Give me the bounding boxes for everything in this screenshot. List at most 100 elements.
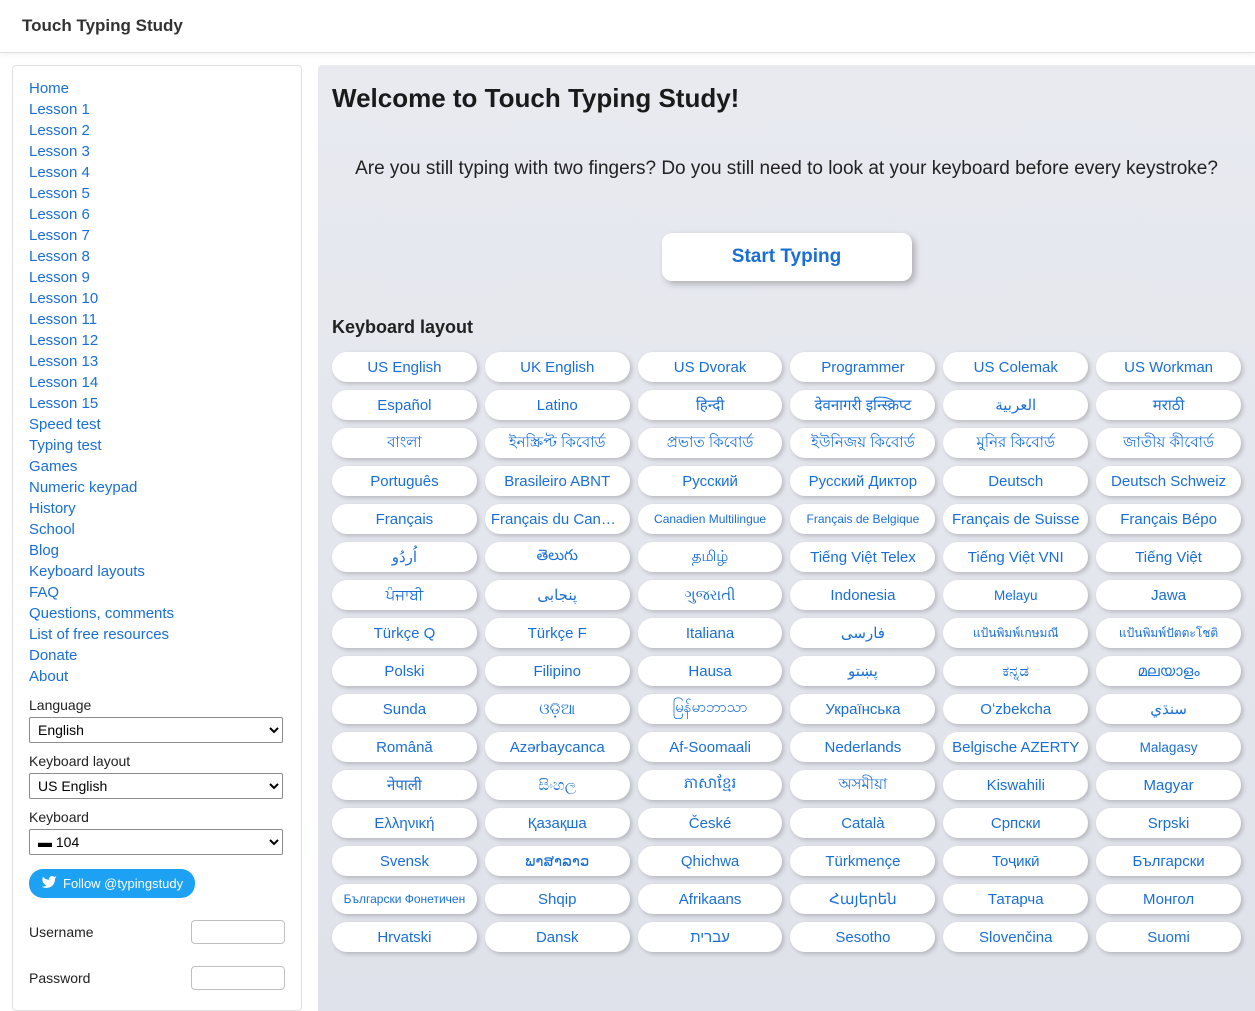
keyboard-layout-chip[interactable]: Indonesia [790,580,935,610]
sidebar-link[interactable]: Lesson 12 [29,330,285,351]
sidebar-link[interactable]: Blog [29,540,285,561]
keyboard-layout-chip[interactable]: پښتو [790,656,935,686]
keyboard-layout-chip[interactable]: Монгол [1096,884,1241,914]
keyboard-layout-chip[interactable]: Dansk [485,922,630,952]
sidebar-link[interactable]: Lesson 2 [29,120,285,141]
keyboard-layout-chip[interactable]: Русский [638,466,783,496]
keyboard-layout-chip[interactable]: Татарча [943,884,1088,914]
keyboard-layout-chip[interactable]: US Colemak [943,352,1088,382]
keyboard-layout-chip[interactable]: Kiswahili [943,770,1088,800]
keyboard-layout-chip[interactable]: Brasileiro ABNT [485,466,630,496]
keyboard-layout-chip[interactable]: देवनागरी इन्स्क्रिप्ट [790,390,935,420]
keyboard-layout-chip[interactable]: Italiana [638,618,783,648]
sidebar-link[interactable]: Lesson 11 [29,309,285,330]
keyboard-layout-chip[interactable]: Sunda [332,694,477,724]
keyboard-layout-chip[interactable]: Català [790,808,935,838]
keyboard-layout-chip[interactable]: فارسى [790,618,935,648]
sidebar-link[interactable]: Lesson 3 [29,141,285,162]
twitter-follow-button[interactable]: Follow @typingstudy [29,869,195,898]
sidebar-link[interactable]: Games [29,456,285,477]
sidebar-link[interactable]: Lesson 14 [29,372,285,393]
keyboard-layout-chip[interactable]: Filipino [485,656,630,686]
keyboard-layout-chip[interactable]: প্রভাত কিবোর্ড [638,428,783,458]
keyboard-layout-chip[interactable]: Português [332,466,477,496]
sidebar-link[interactable]: FAQ [29,582,285,603]
sidebar-link[interactable]: Home [29,78,285,99]
sidebar-link[interactable]: Lesson 15 [29,393,285,414]
keyboard-layout-chip[interactable]: แป้นพิมพ์ปัตตะโชติ [1096,618,1241,648]
keyboard-layout-chip[interactable]: ភាសាខ្មែរ [638,770,783,800]
sidebar-link[interactable]: Keyboard layouts [29,561,285,582]
sidebar-link[interactable]: Lesson 13 [29,351,285,372]
keyboard-layout-chip[interactable]: Slovenčina [943,922,1088,952]
keyboard-layout-chip[interactable]: Azərbaycanca [485,732,630,762]
keyboard-layout-chip[interactable]: Belgische AZERTY [943,732,1088,762]
keyboard-layout-chip[interactable]: Тоҷикӣ [943,846,1088,876]
keyboard-layout-chip[interactable]: Srpski [1096,808,1241,838]
keyboard-layout-chip[interactable]: नेपाली [332,770,477,800]
keyboard-layout-chip[interactable]: हिन्दी [638,390,783,420]
keyboard-layout-chip[interactable]: Български Фонетичен [332,884,477,914]
keyboard-layout-chip[interactable]: Afrikaans [638,884,783,914]
keyboard-layout-chip[interactable]: Български [1096,846,1241,876]
sidebar-link[interactable]: Donate [29,645,285,666]
keyboard-layout-chip[interactable]: Latino [485,390,630,420]
keyboard-layout-chip[interactable]: اُردُو [332,542,477,572]
keyboard-layout-chip[interactable]: ພາສາລາວ [485,846,630,876]
sidebar-link[interactable]: Lesson 10 [29,288,285,309]
keyboard-layout-chip[interactable]: Español [332,390,477,420]
keyboard-layout-chip[interactable]: ଓଡ଼ିଆ [485,694,630,724]
sidebar-link[interactable]: List of free resources [29,624,285,645]
sidebar-link[interactable]: Lesson 6 [29,204,285,225]
keyboard-layout-chip[interactable]: Magyar [1096,770,1241,800]
keyboard-layout-chip[interactable]: မြန်မာဘာသာ [638,694,783,724]
keyboard-layout-chip[interactable]: العربية [943,390,1088,420]
sidebar-link[interactable]: Questions, comments [29,603,285,624]
keyboard-layout-chip[interactable]: Français du Canada [485,504,630,534]
password-input[interactable] [191,966,285,990]
sidebar-link[interactable]: Lesson 5 [29,183,285,204]
sidebar-link[interactable]: Lesson 4 [29,162,285,183]
keyboard-layout-chip[interactable]: தமிழ் [638,542,783,572]
keyboard-layout-chip[interactable]: বাংলা [332,428,477,458]
keyboard-layout-chip[interactable]: Русский Диктор [790,466,935,496]
keyboard-layout-chip[interactable]: Suomi [1096,922,1241,952]
keyboard-layout-chip[interactable]: Français de Suisse [943,504,1088,534]
keyboard-layout-chip[interactable]: Melayu [943,580,1088,610]
keyboard-layout-chip[interactable]: แป้นพิมพ์เกษมณี [943,618,1088,648]
keyboard-layout-chip[interactable]: অসমীয়া [790,770,935,800]
keyboard-layout-chip[interactable]: Tiếng Việt [1096,542,1241,572]
keyboard-layout-chip[interactable]: עברית [638,922,783,952]
keyboard-layout-chip[interactable]: Français [332,504,477,534]
keyboard-layout-chip[interactable]: Српски [943,808,1088,838]
sidebar-link[interactable]: School [29,519,285,540]
sidebar-link[interactable]: History [29,498,285,519]
keyboard-layout-chip[interactable]: Türkmençe [790,846,935,876]
keyboard-layout-chip[interactable]: ಕನ್ನಡ [943,656,1088,686]
keyboard-select[interactable]: ▬ 104 [29,829,283,855]
keyboard-layout-chip[interactable]: Français Bépo [1096,504,1241,534]
keyboard-layout-chip[interactable]: پنجابی [485,580,630,610]
keyboard-layout-chip[interactable]: Polski [332,656,477,686]
keyboard-layout-chip[interactable]: Tiếng Việt Telex [790,542,935,572]
keyboard-layout-chip[interactable]: Українська [790,694,935,724]
keyboard-layout-chip[interactable]: سنڌي [1096,694,1241,724]
keyboard-layout-chip[interactable]: ગુજરાતી [638,580,783,610]
keyboard-layout-chip[interactable]: ইউনিজয় কিবোর্ড [790,428,935,458]
keyboard-layout-chip[interactable]: Français de Belgique [790,504,935,534]
sidebar-link[interactable]: Lesson 9 [29,267,285,288]
keyboard-layout-chip[interactable]: Ελληνική [332,808,477,838]
keyboard-layout-chip[interactable]: US English [332,352,477,382]
sidebar-link[interactable]: Typing test [29,435,285,456]
keyboard-layout-select[interactable]: US English [29,773,283,799]
keyboard-layout-chip[interactable]: Qhichwa [638,846,783,876]
keyboard-layout-chip[interactable]: Hrvatski [332,922,477,952]
keyboard-layout-chip[interactable]: Türkçe Q [332,618,477,648]
keyboard-layout-chip[interactable]: Hausa [638,656,783,686]
language-select[interactable]: English [29,717,283,743]
keyboard-layout-chip[interactable]: Tiếng Việt VNI [943,542,1088,572]
keyboard-layout-chip[interactable]: US Dvorak [638,352,783,382]
keyboard-layout-chip[interactable]: মুনির কিবোর্ড [943,428,1088,458]
username-input[interactable] [191,920,285,944]
keyboard-layout-chip[interactable]: Türkçe F [485,618,630,648]
